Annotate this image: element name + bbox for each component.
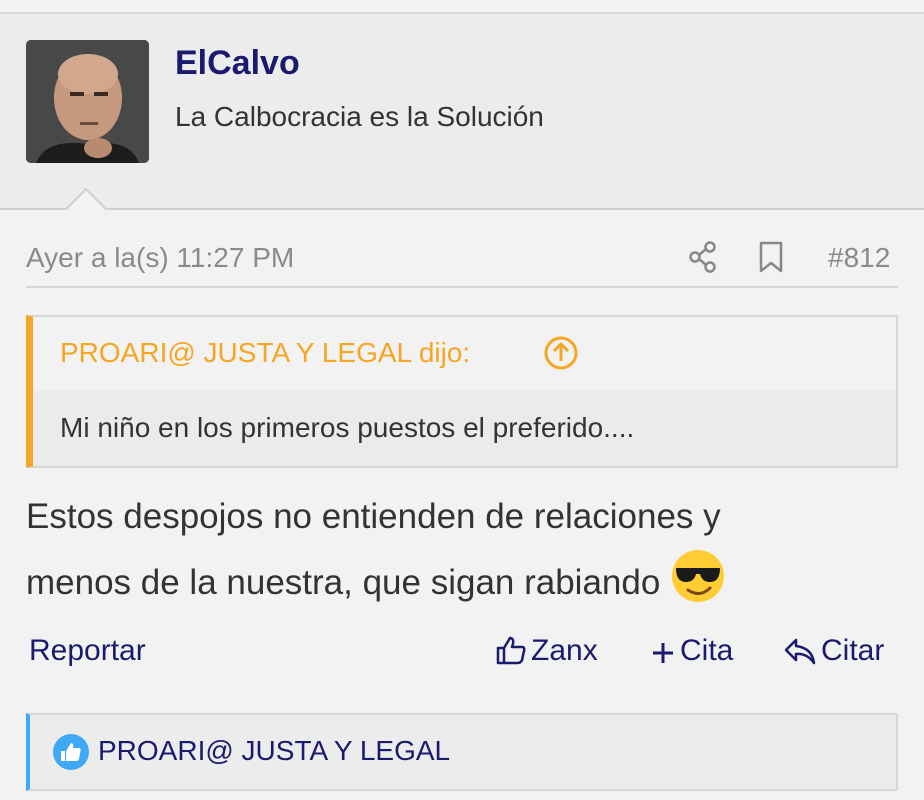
quote-author[interactable]: PROARI@ JUSTA Y LEGAL dijo: [60, 337, 470, 369]
post-meta: Ayer a la(s) 11:27 PM #812 [26, 238, 898, 288]
avatar-image [26, 40, 149, 163]
post-message: Estos despojos no entienden de relacione… [26, 486, 898, 614]
like-badge-icon [53, 734, 89, 770]
user-title: La Calbocracia es la Solución [175, 101, 544, 132]
quote-text: Mi niño en los primeros puestos el prefe… [60, 412, 635, 443]
message-line: menos de la nuestra, que sigan rabiando [26, 563, 661, 602]
message-line-with-emoji: menos de la nuestra, que sigan rabiando [26, 548, 898, 614]
post-actions: Reportar Zanx Cita Citar [0, 630, 924, 680]
quote-block: PROARI@ JUSTA Y LEGAL dijo: Mi niño en l… [26, 315, 898, 468]
plus-icon [653, 643, 673, 663]
reply-icon [784, 638, 816, 665]
reply-label: Citar [821, 634, 885, 667]
reactions-bar: PROARI@ JUSTA Y LEGAL [26, 713, 898, 791]
avatar[interactable] [26, 40, 149, 163]
message-line: Estos despojos no entienden de relacione… [26, 497, 721, 536]
like-button[interactable]: Zanx [495, 634, 598, 668]
thumbs-up-icon [496, 636, 526, 665]
multiquote-button[interactable]: Cita [650, 634, 733, 668]
post-number[interactable]: #812 [828, 242, 890, 274]
share-icon[interactable] [688, 240, 718, 274]
header-pointer [64, 188, 108, 212]
cool-emoji-icon [672, 550, 725, 602]
quote-header: PROARI@ JUSTA Y LEGAL dijo: [33, 317, 896, 391]
username[interactable]: ElCalvo [175, 44, 300, 83]
reply-button[interactable]: Citar [783, 634, 884, 668]
post-timestamp[interactable]: Ayer a la(s) 11:27 PM [26, 242, 294, 274]
like-label: Zanx [531, 634, 598, 667]
reaction-users[interactable]: PROARI@ JUSTA Y LEGAL [98, 735, 450, 767]
arrow-up-circle-icon[interactable] [543, 335, 579, 371]
bookmark-icon[interactable] [758, 240, 784, 274]
report-link[interactable]: Reportar [29, 634, 146, 668]
multiquote-label: Cita [680, 634, 734, 667]
